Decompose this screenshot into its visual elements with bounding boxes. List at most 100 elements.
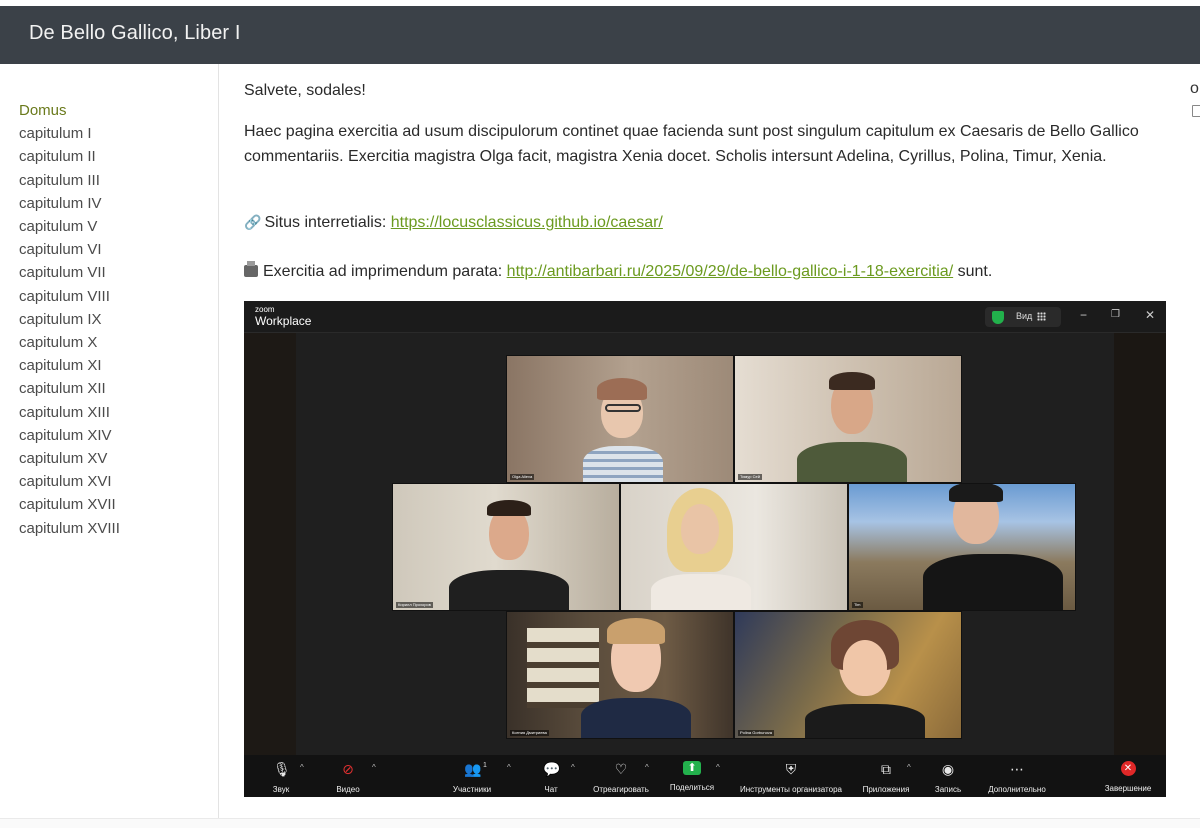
zoom-toolbar: 🎙 Звук ^ ⊘ Видео ^ 👥 Участники 1 ^ 💬 Чат… [244, 755, 1166, 797]
chat-button[interactable]: 💬 Чат [536, 761, 566, 794]
print-link[interactable]: http://antibarbari.ru/2025/09/29/de-bell… [507, 263, 953, 280]
share-screen-icon: ⬆ [683, 761, 701, 775]
react-label: Отреагировать [593, 785, 649, 794]
participants-caret-icon[interactable]: ^ [507, 763, 511, 772]
site-header: De Bello Gallico, Liber I [0, 6, 1200, 64]
sidebar-item-chapter[interactable]: capitulum I [19, 122, 120, 145]
video-gallery: Olga Alieva Тимур Сей Кирилл Прохоров Ti… [244, 333, 1166, 755]
sidebar-item-chapter[interactable]: capitulum IV [19, 192, 120, 215]
video-tile[interactable]: Tim [848, 483, 1076, 611]
view-label: Вид [1016, 311, 1033, 321]
apps-label: Приложения [862, 785, 910, 794]
chat-caret-icon[interactable]: ^ [571, 763, 575, 772]
share-button[interactable]: ⬆ Поделиться [664, 761, 720, 792]
audio-caret-icon[interactable]: ^ [300, 763, 304, 772]
site-label: Situs interretialis: [264, 214, 387, 231]
chat-label: Чат [544, 785, 558, 794]
video-tile[interactable]: Кирилл Прохоров [392, 483, 620, 611]
participants-icon: 👥 [464, 761, 482, 777]
sidebar: Domus capitulum Icapitulum II capitulum II… [0, 64, 219, 828]
more-label: Дополнительно [988, 785, 1046, 794]
participants-label: Участники [452, 785, 492, 794]
end-label: Завершение [1104, 784, 1152, 793]
sidebar-item-chapter[interactable]: capitulum IX [19, 308, 120, 331]
participant-name: Ксения Дмитриева [510, 730, 549, 736]
close-icon[interactable]: ✕ [1145, 308, 1155, 322]
minimize-icon[interactable]: − [1080, 308, 1087, 322]
more-button[interactable]: ⋯ Дополнительно [982, 761, 1052, 794]
heart-icon: ♡ [614, 761, 628, 777]
sidebar-item-chapter[interactable]: capitulum II [19, 145, 120, 168]
record-button[interactable]: ◉ Запись [930, 761, 966, 794]
video-tile[interactable]: Тимур Сей [734, 355, 962, 483]
video-tile[interactable]: Ксения Дмитриева [506, 611, 734, 739]
view-button[interactable]: Вид [985, 307, 1061, 327]
participant-name: Polina Gorbunova [738, 730, 775, 736]
sidebar-item-chapter[interactable]: capitulum XI [19, 354, 120, 377]
sidebar-item-chapter[interactable]: capitulum XII [19, 377, 120, 400]
video-button[interactable]: ⊘ Видео [330, 761, 366, 794]
react-caret-icon[interactable]: ^ [645, 763, 649, 772]
print-suffix: sunt. [957, 263, 993, 280]
sidebar-item-chapter[interactable]: capitulum V [19, 215, 120, 238]
participants-button[interactable]: 👥 Участники [444, 761, 500, 794]
more-icon: ⋯ [1010, 761, 1024, 777]
apps-caret-icon[interactable]: ^ [907, 763, 911, 772]
share-caret-icon[interactable]: ^ [716, 763, 720, 772]
sidebar-item-home[interactable]: Domus [19, 99, 120, 122]
sidebar-item-chapter[interactable]: capitulum X [19, 331, 120, 354]
audio-label: Звук [272, 785, 290, 794]
sidebar-item-chapter[interactable]: capitulum III [19, 169, 120, 192]
video-tile[interactable]: Polina Gorbunova [734, 611, 962, 739]
sidebar-item-chapter[interactable]: capitulum XV [19, 447, 120, 470]
zoom-meeting-screenshot: zoom Workplace Вид − ❐ ✕ Olga Alieva Тим… [244, 301, 1166, 797]
site-title[interactable]: De Bello Gallico, Liber I [29, 22, 240, 45]
participants-count: 1 [483, 762, 487, 769]
sidebar-item-chapter[interactable]: capitulum XVIII [19, 517, 120, 540]
printer-icon [244, 261, 258, 277]
sidebar-item-chapter[interactable]: capitulum XIV [19, 424, 120, 447]
end-meeting-button[interactable]: ✕ Завершение [1100, 761, 1156, 793]
audio-button[interactable]: 🎙 Звук [266, 761, 296, 794]
site-line: 🔗 Situs interretialis: https://locusclas… [244, 210, 663, 235]
chat-icon: 💬 [543, 761, 561, 777]
apps-icon: ⧉ [881, 761, 891, 777]
apps-button[interactable]: ⧉ Приложения [858, 761, 914, 794]
zoom-logo-top: zoom [255, 305, 275, 314]
sidebar-item-chapter[interactable]: capitulum VIII [19, 285, 120, 308]
sidebar-item-chapter[interactable]: capitulum VII [19, 261, 120, 284]
host-tools-button[interactable]: ⛨ Инструменты организатора [734, 761, 848, 794]
video-tile[interactable] [620, 483, 848, 611]
video-caret-icon[interactable]: ^ [372, 763, 376, 772]
video-label: Видео [336, 785, 360, 794]
microphone-icon: 🎙 [273, 761, 291, 777]
greeting-text: Salvete, sodales! [244, 82, 366, 99]
restore-icon[interactable]: ❐ [1111, 309, 1120, 320]
image-icon [1192, 105, 1200, 117]
shield-icon [992, 311, 1004, 324]
sidebar-item-chapter[interactable]: capitulum XVII [19, 493, 120, 516]
right-edge-text: o [1190, 80, 1199, 97]
end-icon: ✕ [1120, 761, 1136, 776]
sidebar-item-chapter[interactable]: capitulum VI [19, 238, 120, 261]
video-tile[interactable]: Olga Alieva [506, 355, 734, 483]
intro-paragraph: Haec pagina exercitia ad usum discipulor… [244, 123, 1139, 165]
video-off-icon: ⊘ [342, 761, 354, 777]
participant-name: Tim [852, 602, 863, 608]
sidebar-item-chapter[interactable]: capitulum XVI [19, 470, 120, 493]
print-line: Exercitia ad imprimendum parata: http://… [244, 259, 992, 284]
link-icon: 🔗 [244, 214, 262, 230]
sidebar-item-chapter[interactable]: capitulum XIII [19, 401, 120, 424]
share-label: Поделиться [669, 783, 715, 792]
gallery-margin-right [1114, 333, 1166, 755]
site-link[interactable]: https://locusclassicus.github.io/caesar/ [391, 214, 663, 231]
shield-icon: ⛨ [785, 761, 797, 777]
zoom-logo-bottom: Workplace [255, 314, 312, 328]
grid-icon [1037, 312, 1046, 321]
zoom-titlebar: zoom Workplace Вид − ❐ ✕ [244, 301, 1166, 333]
print-label: Exercitia ad imprimendum parata: [263, 263, 503, 280]
sidebar-nav-list: Domus capitulum Icapitulum II capitulum II… [19, 99, 120, 540]
participant-name: Тимур Сей [738, 474, 762, 480]
window-bottom-strip [0, 818, 1200, 828]
zoom-logo: zoom Workplace [255, 305, 311, 328]
